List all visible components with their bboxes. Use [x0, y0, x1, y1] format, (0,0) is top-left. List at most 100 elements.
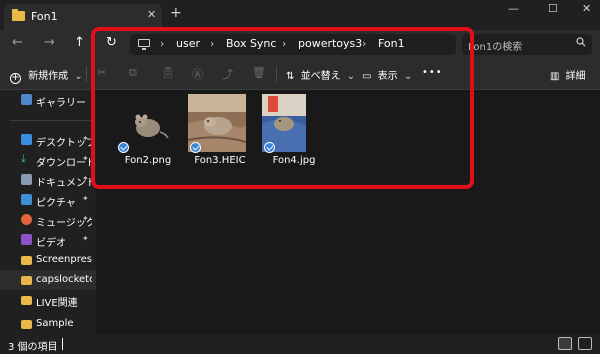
tab-bar: Fon1 ✕ + — ☐ ✕: [0, 0, 600, 30]
sidebar-item-documents[interactable]: ドキュメント ✦: [0, 170, 96, 190]
refresh-button[interactable]: ↻: [106, 36, 117, 50]
delete-icon[interactable]: 🗑︎: [252, 66, 266, 79]
tab-title: Fon1: [31, 10, 58, 23]
address-row: ← → ↑ ↻ › user › Box Sync › powertoys3 ›…: [0, 30, 600, 58]
plus-circle-icon: +: [10, 72, 21, 84]
back-button[interactable]: ←: [12, 36, 23, 50]
breadcrumb-box-sync[interactable]: Box Sync: [226, 37, 276, 50]
search-box[interactable]: Fon1の検索: [462, 34, 592, 55]
tab-fon1[interactable]: Fon1 ✕: [4, 4, 162, 30]
file-name: Fon2.png: [124, 155, 172, 166]
sidebar-item-capslocketc[interactable]: capslocketc: [0, 270, 96, 290]
sort-button[interactable]: ⇅ 並べ替え ⌄: [286, 67, 355, 82]
sidebar-item-screenpresso[interactable]: Screenpresso: [0, 250, 96, 270]
pin-icon: ✦: [82, 194, 89, 203]
pin-icon: ✦: [82, 174, 89, 183]
chevron-down-icon: ⌄: [74, 71, 83, 82]
sidebar-item-downloads[interactable]: ⤓ ダウンロード ✦: [0, 150, 96, 170]
details-button-label: 詳細: [565, 71, 586, 82]
item-count: 3 個の項目: [8, 342, 58, 353]
chevron-down-icon: ⌄: [403, 71, 413, 82]
sidebar-item-pictures[interactable]: ピクチャ ✦: [0, 190, 96, 210]
status-divider: [62, 338, 63, 350]
details-pane-icon: ▥: [550, 71, 560, 82]
cut-icon[interactable]: ✂: [97, 66, 106, 79]
file-explorer-window: Fon1 ✕ + — ☐ ✕ ← → ↑ ↻ › user › Box Sync…: [0, 0, 600, 354]
address-bar[interactable]: › user › Box Sync › powertoys3 › Fon1: [130, 34, 456, 55]
chevron-down-icon: ⌄: [346, 71, 356, 82]
status-bar: 3 個の項目: [0, 334, 600, 354]
toolbar-divider: [276, 66, 277, 82]
breadcrumb-separator[interactable]: ›: [160, 37, 164, 50]
folder-icon: [21, 276, 32, 285]
sidebar-item-label: ピクチャ: [36, 198, 76, 209]
view-icon: ▭: [362, 71, 372, 82]
view-button-label: 表示: [377, 71, 398, 82]
file-name: Fon3.HEIC: [194, 155, 246, 166]
details-button[interactable]: ▥ 詳細: [550, 67, 586, 82]
sidebar-divider: [10, 120, 92, 121]
folder-icon: [12, 9, 25, 21]
pictures-icon: [21, 194, 32, 205]
paste-icon[interactable]: 📋︎: [161, 66, 175, 79]
sidebar-item-gallery[interactable]: ギャラリー: [0, 90, 96, 110]
pin-icon: ✦: [82, 154, 89, 163]
desktop-icon: [21, 134, 32, 145]
breadcrumb-separator[interactable]: ›: [362, 37, 366, 50]
sort-icon: ⇅: [286, 71, 295, 82]
search-input[interactable]: Fon1の検索: [468, 38, 522, 53]
minimize-icon[interactable]: —: [508, 2, 519, 15]
breadcrumb-fon1[interactable]: Fon1: [378, 37, 405, 50]
navigation-pane: ギャラリー デスクトップ ✦ ⤓ ダウンロード ✦ ドキュメント ✦ ピクチャ …: [0, 90, 96, 334]
folder-icon: [21, 296, 32, 305]
download-icon: ⤓: [21, 152, 26, 165]
breadcrumb-powertoys3[interactable]: powertoys3: [298, 37, 362, 50]
breadcrumb-user[interactable]: user: [176, 37, 200, 50]
view-button[interactable]: ▭ 表示 ⌄: [362, 67, 412, 82]
pin-icon: ✦: [82, 134, 89, 143]
sidebar-item-label: Sample: [36, 318, 74, 329]
sidebar-item-videos[interactable]: ビデオ ✦: [0, 230, 96, 250]
sync-status-icon: [264, 142, 275, 153]
sync-status-icon: [190, 142, 201, 153]
breadcrumb-separator[interactable]: ›: [282, 37, 286, 50]
new-tab-button[interactable]: +: [170, 6, 182, 20]
folder-icon: [21, 256, 32, 265]
details-view-icon[interactable]: [558, 337, 572, 350]
sidebar-item-music[interactable]: ミュージック ✦: [0, 210, 96, 230]
sidebar-item-sample[interactable]: Sample: [0, 314, 96, 334]
sidebar-item-label: LIVE関連: [36, 298, 78, 309]
close-tab-icon[interactable]: ✕: [147, 8, 156, 21]
sidebar-item-label: ビデオ: [36, 238, 66, 249]
sidebar-item-label: Screenpresso: [36, 254, 92, 265]
file-item[interactable]: Fon4.jpg: [262, 90, 338, 186]
new-button-label: 新規作成: [28, 71, 69, 82]
sidebar-item-label: capslocketc: [36, 274, 92, 285]
copy-icon[interactable]: ⧉: [129, 66, 137, 80]
video-icon: [21, 234, 32, 245]
up-button[interactable]: ↑: [74, 36, 85, 50]
document-icon: [21, 174, 32, 185]
music-icon: [21, 214, 32, 225]
pin-icon: ✦: [82, 234, 89, 243]
close-window-icon[interactable]: ✕: [582, 2, 591, 15]
sidebar-item-desktop[interactable]: デスクトップ ✦: [0, 130, 96, 150]
sidebar-item-live[interactable]: LIVE関連: [0, 290, 96, 310]
maximize-icon[interactable]: ☐: [548, 2, 558, 15]
rename-icon[interactable]: Ⓐ: [192, 66, 203, 82]
large-icons-view-icon[interactable]: [578, 337, 592, 350]
search-icon: [576, 37, 586, 50]
file-item[interactable]: Fon2.png: [116, 90, 192, 186]
file-view: Fon2.png Fon3.HEIC Fon4.jpg: [96, 90, 600, 334]
pin-icon: ✦: [82, 214, 89, 223]
breadcrumb-separator[interactable]: ›: [210, 37, 214, 50]
new-button[interactable]: + 新規作成 ⌄: [10, 67, 83, 84]
share-icon[interactable]: ⤴: [222, 66, 233, 82]
gallery-icon: [21, 94, 32, 105]
more-options-button[interactable]: •••: [422, 67, 443, 78]
sort-button-label: 並べ替え: [300, 71, 341, 82]
file-item[interactable]: Fon3.HEIC: [188, 90, 264, 186]
forward-button[interactable]: →: [44, 36, 55, 50]
toolbar-divider: [86, 66, 87, 82]
this-pc-icon[interactable]: [138, 39, 150, 50]
